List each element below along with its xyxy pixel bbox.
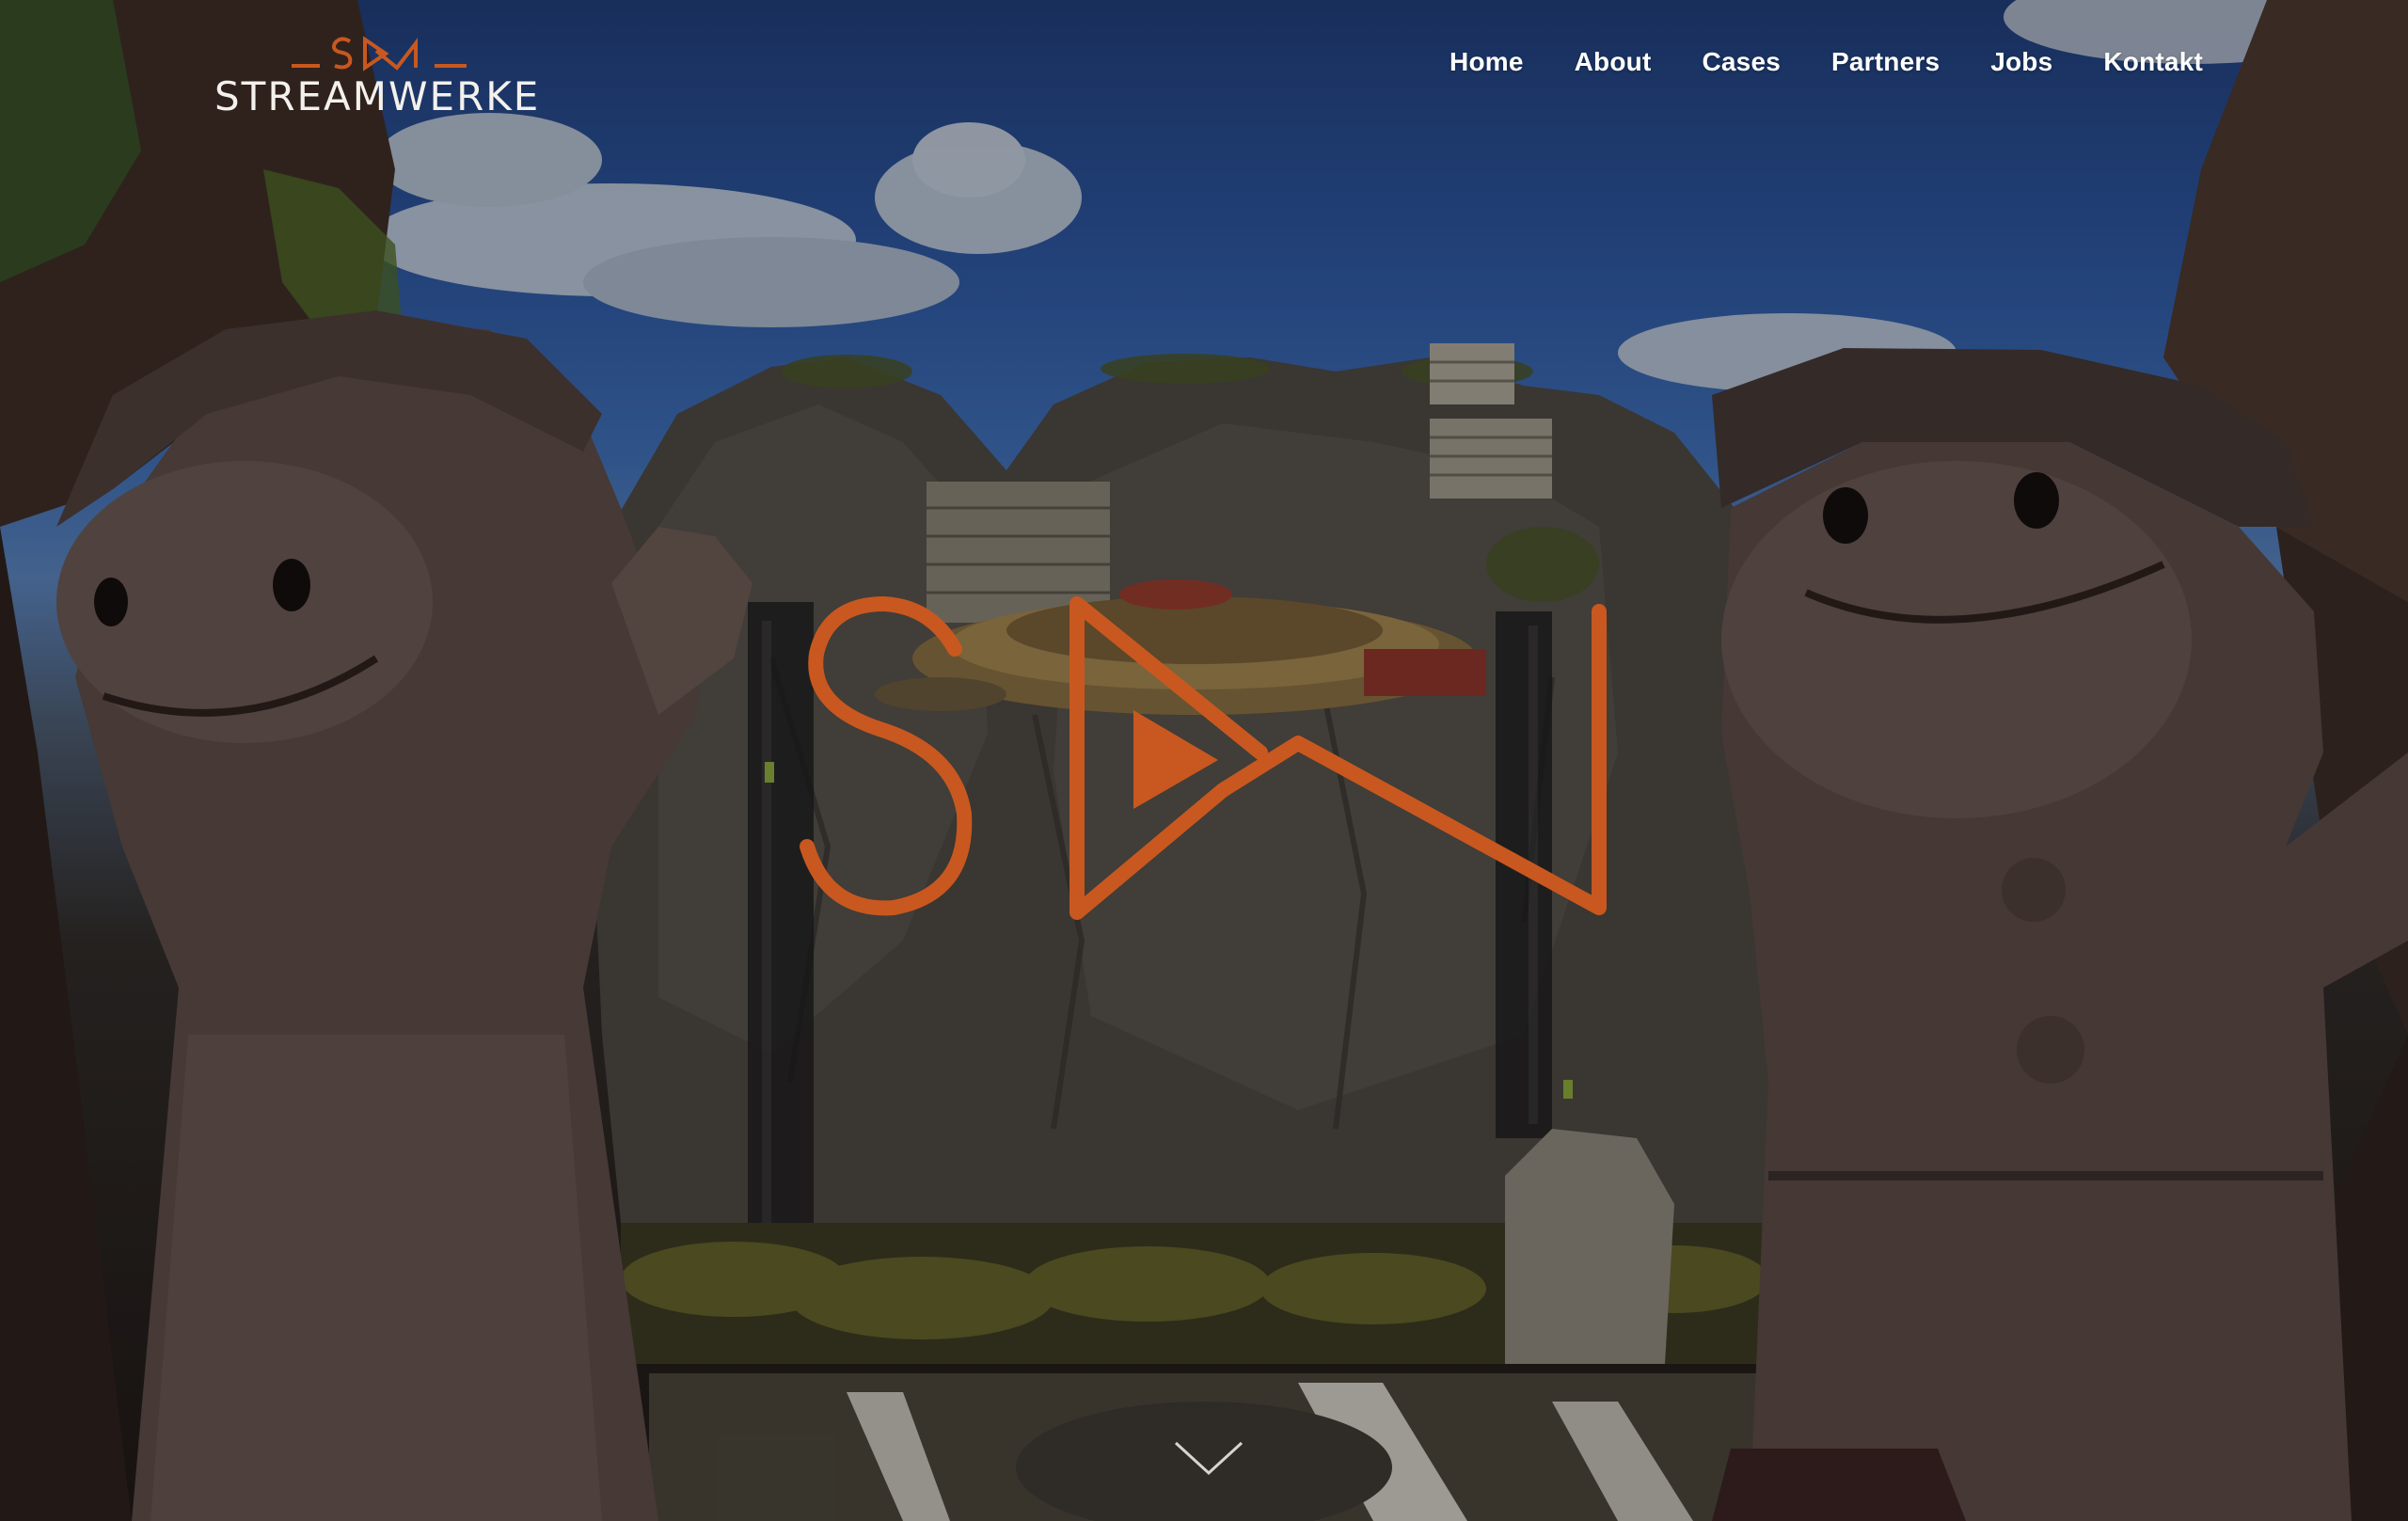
logo-mark-icon bbox=[292, 36, 467, 71]
site-logo-link[interactable]: STREAMWERKE bbox=[214, 32, 542, 119]
logo-wordmark: STREAMWERKE bbox=[214, 73, 541, 119]
nav-partners[interactable]: Partners bbox=[1831, 47, 1940, 77]
main-nav: Home About Cases Partners Jobs Kontakt bbox=[1450, 47, 2203, 77]
nav-cases[interactable]: Cases bbox=[1702, 47, 1781, 77]
nav-jobs[interactable]: Jobs bbox=[1990, 47, 2052, 77]
nav-kontakt[interactable]: Kontakt bbox=[2103, 47, 2203, 77]
sw-play-logo-icon bbox=[800, 595, 1607, 920]
nav-home[interactable]: Home bbox=[1450, 47, 1524, 77]
chevron-down-icon[interactable] bbox=[1172, 1437, 1245, 1479]
nav-about[interactable]: About bbox=[1575, 47, 1652, 77]
hero-section: STREAMWERKE Home About Cases Partners Jo… bbox=[0, 0, 2408, 1521]
